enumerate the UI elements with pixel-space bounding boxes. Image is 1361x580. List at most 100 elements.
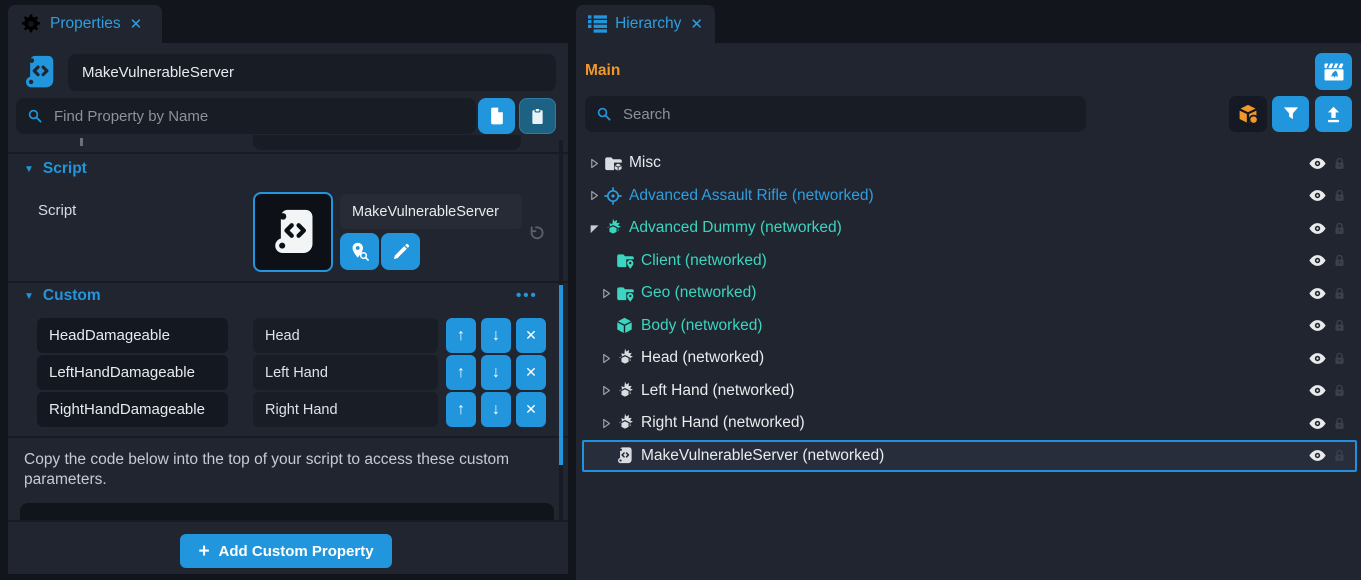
partial-property-field[interactable] [253, 135, 521, 150]
visibility-toggle[interactable] [1305, 186, 1329, 205]
hierarchy-search[interactable] [585, 96, 1086, 132]
script-section-header[interactable]: ▼ Script [24, 160, 87, 178]
tree-row-client[interactable]: Client (networked) [582, 245, 1357, 278]
lock-toggle[interactable] [1329, 448, 1349, 463]
lock-icon [1332, 318, 1347, 333]
move-up-button[interactable]: ↑ [446, 318, 476, 353]
tree-row-assault-rifle[interactable]: Advanced Assault Rifle (networked) [582, 180, 1357, 213]
hierarchy-search-input[interactable] [621, 105, 1086, 124]
expand-collapsed-icon[interactable] [601, 353, 615, 364]
overflow-menu-icon[interactable]: ••• [516, 287, 538, 304]
expand-collapsed-icon[interactable] [589, 190, 603, 201]
custom-name-field[interactable] [37, 392, 228, 427]
custom-name-field[interactable] [37, 318, 228, 353]
tree-row-geo[interactable]: Geo (networked) [582, 277, 1357, 310]
edit-script-button[interactable] [381, 233, 420, 270]
eye-icon [1308, 414, 1327, 433]
node-label: Geo (networked) [641, 284, 756, 302]
script-asset-thumbnail[interactable] [253, 192, 333, 272]
collapse-triangle-icon[interactable]: ▼ [24, 291, 34, 302]
custom-value-field[interactable] [253, 318, 438, 353]
filter-button[interactable] [1272, 96, 1309, 132]
template-icon [615, 348, 641, 368]
copy-properties-button[interactable] [478, 98, 515, 134]
visibility-toggle[interactable] [1305, 446, 1329, 465]
find-property-input[interactable] [52, 107, 476, 126]
properties-tab-label: Properties [50, 15, 121, 33]
lock-toggle[interactable] [1329, 188, 1349, 203]
node-label: Advanced Dummy (networked) [629, 219, 842, 237]
move-up-button[interactable]: ↑ [446, 392, 476, 427]
gear-wrench-icon [20, 13, 42, 35]
lock-toggle[interactable] [1329, 156, 1349, 171]
locate-script-button[interactable] [340, 233, 379, 270]
visibility-toggle[interactable] [1305, 349, 1329, 368]
lock-toggle[interactable] [1329, 351, 1349, 366]
custom-name-field[interactable] [37, 355, 228, 390]
tree-row-makevulnerableserver-selected[interactable]: MakeVulnerableServer (networked) [582, 440, 1357, 473]
root-node-label[interactable]: Main [585, 62, 620, 80]
tree-row-left-hand[interactable]: Left Hand (networked) [582, 375, 1357, 408]
collapse-triangle-icon[interactable]: ▼ [24, 164, 34, 175]
scrollbar-thumb[interactable] [559, 285, 563, 465]
package-button[interactable] [1229, 96, 1267, 132]
lock-toggle[interactable] [1329, 221, 1349, 236]
tree-row-body[interactable]: Body (networked) [582, 310, 1357, 343]
lock-toggle[interactable] [1329, 416, 1349, 431]
lock-toggle[interactable] [1329, 383, 1349, 398]
remove-button[interactable]: ✕ [516, 318, 546, 353]
script-field-label: Script [38, 202, 76, 219]
close-icon[interactable]: ✕ [130, 15, 143, 33]
upload-icon [1323, 104, 1344, 125]
expand-collapsed-icon[interactable] [601, 385, 615, 396]
lock-toggle[interactable] [1329, 253, 1349, 268]
expand-collapsed-icon[interactable] [601, 288, 615, 299]
lock-toggle[interactable] [1329, 318, 1349, 333]
clapperboard-rocket-icon [1322, 60, 1346, 84]
move-down-button[interactable]: ↓ [481, 318, 511, 353]
visibility-toggle[interactable] [1305, 414, 1329, 433]
properties-tab[interactable]: Properties ✕ [8, 5, 162, 43]
add-custom-property-button[interactable]: + Add Custom Property [180, 534, 392, 568]
node-label: Head (networked) [641, 349, 764, 367]
hierarchy-tab[interactable]: Hierarchy ✕ [576, 5, 715, 43]
hierarchy-tab-label: Hierarchy [615, 15, 681, 33]
crosshair-icon [603, 186, 629, 206]
visibility-toggle[interactable] [1305, 381, 1329, 400]
reset-icon[interactable] [526, 223, 546, 243]
custom-value-field[interactable] [253, 355, 438, 390]
tree-row-advanced-dummy[interactable]: Advanced Dummy (networked) [582, 212, 1357, 245]
visibility-toggle[interactable] [1305, 316, 1329, 335]
move-up-button[interactable]: ↑ [446, 355, 476, 390]
folder-cube-icon [603, 153, 629, 174]
tree-row-head[interactable]: Head (networked) [582, 342, 1357, 375]
code-snippet-block[interactable] [20, 503, 554, 520]
visibility-toggle[interactable] [1305, 219, 1329, 238]
script-asset-name-field[interactable] [340, 194, 522, 229]
move-down-button[interactable]: ↓ [481, 355, 511, 390]
expand-collapsed-icon[interactable] [589, 158, 603, 169]
paste-properties-button[interactable] [519, 98, 556, 134]
move-down-button[interactable]: ↓ [481, 392, 511, 427]
visibility-toggle[interactable] [1305, 154, 1329, 173]
find-property-search[interactable] [16, 98, 476, 134]
expand-expanded-icon[interactable] [589, 223, 603, 234]
visibility-toggle[interactable] [1305, 284, 1329, 303]
properties-footer: + Add Custom Property [8, 520, 568, 574]
expand-collapsed-icon[interactable] [601, 418, 615, 429]
hierarchy-tree: Misc Advanced Assault Rifle (networked) … [576, 147, 1361, 472]
custom-property-row: ↑ ↓ ✕ [8, 391, 568, 428]
tree-row-right-hand[interactable]: Right Hand (networked) [582, 407, 1357, 440]
custom-value-field[interactable] [253, 392, 438, 427]
custom-section-header[interactable]: ▼ Custom [24, 287, 101, 305]
upload-button[interactable] [1315, 96, 1352, 132]
tree-row-misc[interactable]: Misc [582, 147, 1357, 180]
remove-button[interactable]: ✕ [516, 355, 546, 390]
launch-button[interactable] [1315, 53, 1352, 90]
lock-toggle[interactable] [1329, 286, 1349, 301]
visibility-toggle[interactable] [1305, 251, 1329, 270]
script-name-field[interactable] [68, 54, 556, 91]
close-icon[interactable]: ✕ [690, 15, 703, 33]
remove-button[interactable]: ✕ [516, 392, 546, 427]
template-icon [615, 413, 641, 433]
